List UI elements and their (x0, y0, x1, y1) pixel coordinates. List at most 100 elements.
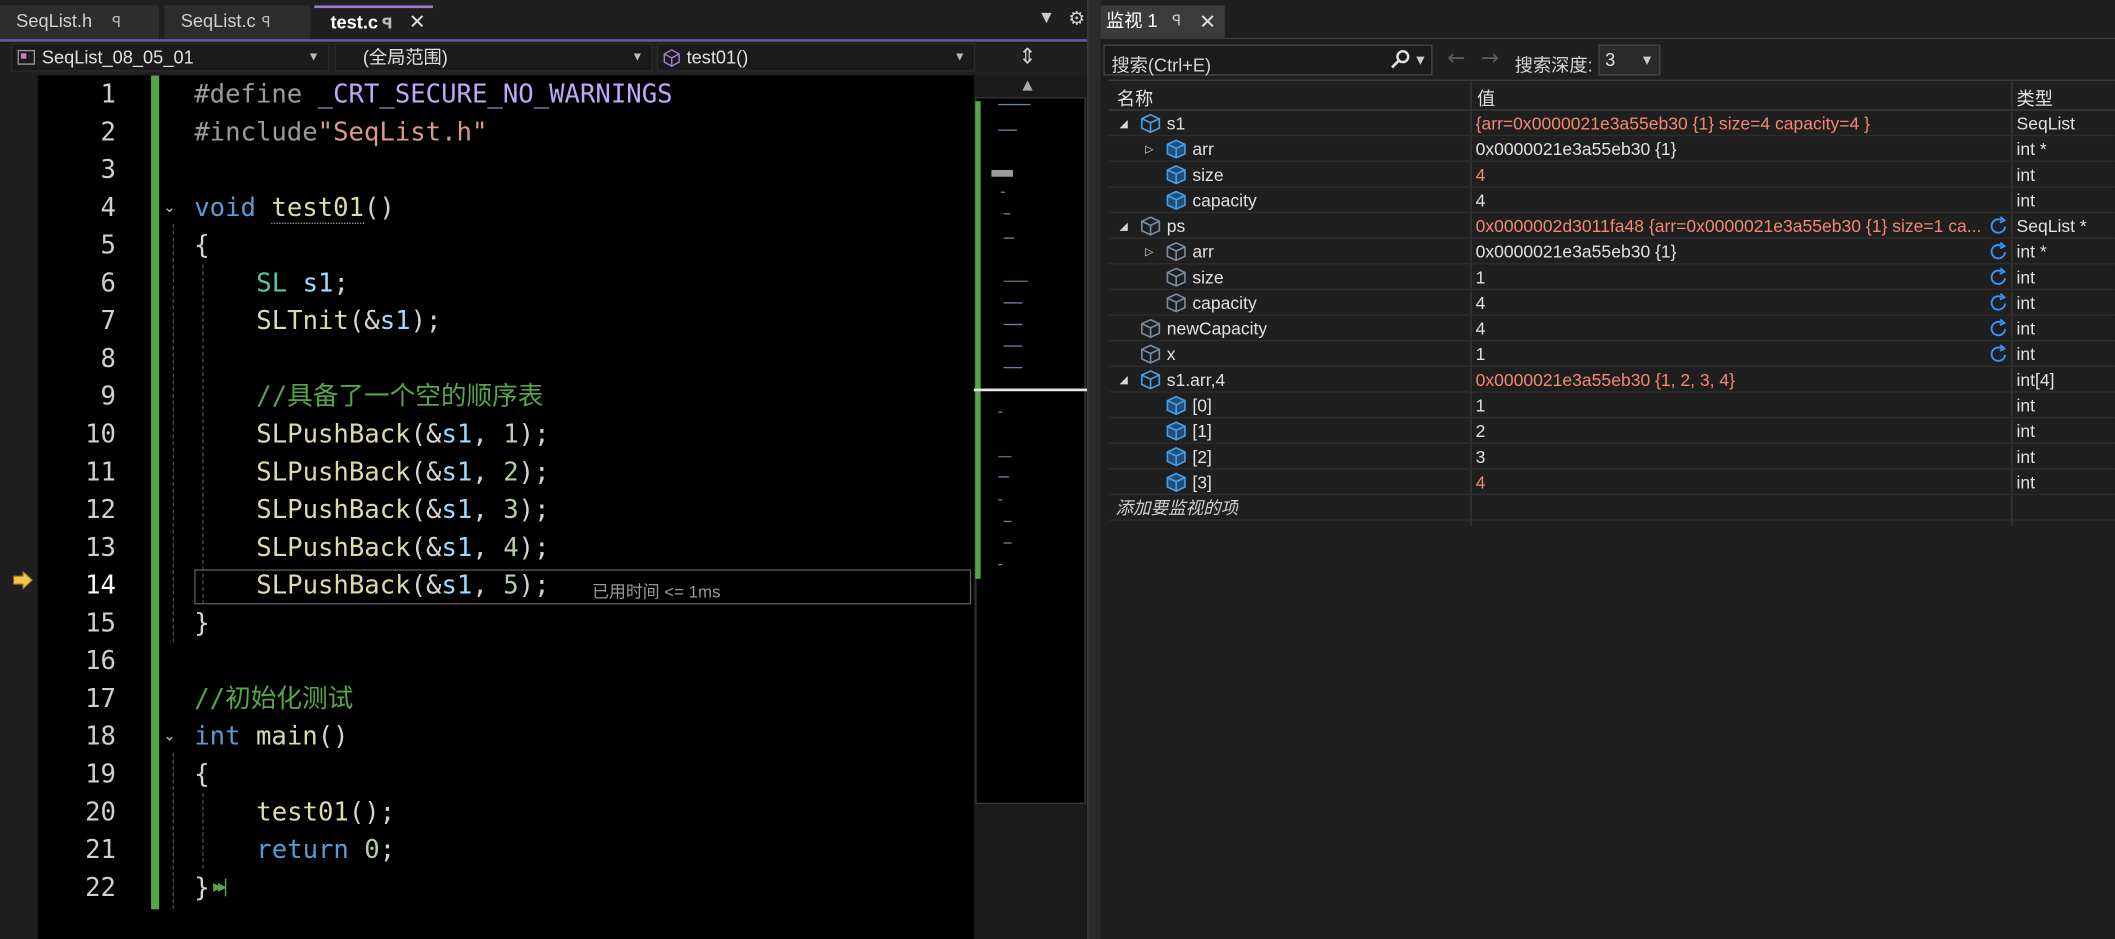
code-line-5[interactable]: { (194, 227, 209, 265)
watch-type: int (2016, 190, 2036, 211)
column-header-name[interactable]: 名称 (1117, 84, 1153, 111)
collapsed-arrow-icon[interactable]: ▷ (1145, 136, 1153, 162)
watch-row[interactable]: [0] 1 int (1108, 393, 2115, 419)
pin-icon[interactable]: ꟼ (382, 9, 393, 39)
search-icon[interactable] (1389, 49, 1411, 71)
pane-splitter[interactable] (1087, 0, 1101, 939)
watch-value[interactable]: 4 (1476, 316, 1989, 342)
watch-value[interactable]: 1 (1476, 393, 1989, 419)
watch-row[interactable]: newCapacity 4 int (1108, 316, 2115, 342)
collapse-icon[interactable]: ⌄ (163, 198, 175, 216)
watch-value[interactable]: 3 (1476, 444, 1989, 470)
refresh-icon[interactable] (1988, 267, 2010, 287)
watch-row[interactable]: [1] 2 int (1108, 418, 2115, 444)
minimap-viewport-marker[interactable] (973, 388, 1088, 392)
code-line-18[interactable]: int main() (194, 718, 348, 756)
refresh-icon[interactable] (1988, 216, 2010, 236)
watch-value[interactable]: 4 (1476, 290, 1989, 316)
arrow-right-icon[interactable]: → (1481, 45, 1499, 71)
watch-row[interactable]: ▷ arr 0x0000021e3a55eb30 {1} int * (1108, 239, 2115, 265)
watch-value[interactable]: 1 (1476, 341, 1989, 367)
minimap-line (1003, 302, 1023, 304)
indent-guide (202, 793, 204, 869)
code-line-15[interactable]: } (194, 604, 209, 642)
watch-row[interactable]: ▷ arr 0x0000021e3a55eb30 {1} int * (1108, 136, 2115, 162)
pin-icon[interactable]: ꟼ (1172, 12, 1181, 30)
watch-row[interactable]: [3] 4 int (1108, 470, 2115, 496)
split-window-icon[interactable]: ⇕ (1018, 43, 1036, 69)
member-dropdown[interactable]: test01() ▼ (656, 43, 976, 72)
code-line-13[interactable]: SLPushBack(&s1, 4); (256, 529, 549, 567)
close-icon[interactable]: ✕ (1199, 9, 1216, 33)
column-header-type[interactable]: 类型 (2017, 84, 2053, 111)
watch-value[interactable]: 0x0000021e3a55eb30 {1, 2, 3, 4} (1476, 367, 1989, 393)
watch-value[interactable]: 0x0000002d3011fa48 {arr=0x0000021e3a55eb… (1476, 213, 1989, 239)
watch-value[interactable]: 4 (1476, 188, 1989, 214)
code-line-10[interactable]: SLPushBack(&s1, 1); (256, 416, 549, 454)
code-line-21[interactable]: return 0; (256, 831, 395, 869)
watch-value[interactable]: {arr=0x0000021e3a55eb30 {1} size=4 capac… (1476, 111, 1989, 137)
refresh-icon[interactable] (1988, 318, 2010, 338)
collapsed-arrow-icon[interactable]: ▷ (1145, 239, 1153, 265)
code-line-19[interactable]: { (194, 756, 209, 794)
watch-row[interactable]: ◢ ps 0x0000002d3011fa48 {arr=0x0000021e3… (1108, 213, 2115, 239)
code-line-17[interactable]: //初始化测试 (194, 680, 353, 718)
watch-row[interactable]: size 4 int (1108, 162, 2115, 188)
watch-value[interactable]: 4 (1476, 470, 1989, 496)
tab-list-dropdown-icon[interactable]: ▼ (1041, 11, 1051, 26)
watch-value[interactable]: 4 (1476, 162, 1989, 188)
code-line-6[interactable]: SL s1; (256, 264, 349, 302)
chevron-down-icon[interactable]: ▼ (1416, 54, 1424, 66)
watch-value[interactable]: 0x0000021e3a55eb30 {1} (1476, 239, 1989, 265)
tab-seqlist-c[interactable]: SeqList.c ꟼ (164, 5, 311, 41)
refresh-icon[interactable] (1988, 344, 2010, 364)
expanded-arrow-icon[interactable]: ◢ (1120, 111, 1128, 137)
code-token: 2 (503, 457, 519, 488)
code-line-2[interactable]: #include"SeqList.h" (194, 113, 487, 151)
indicator-margin[interactable] (10, 75, 38, 939)
watch-row[interactable]: ◢ s1.arr,4 0x0000021e3a55eb30 {1, 2, 3, … (1108, 367, 2115, 393)
execution-pointer-icon[interactable] (12, 570, 34, 590)
watch-row[interactable]: capacity 4 int (1108, 290, 2115, 316)
tab-seqlist-h[interactable]: SeqList.h ꟼ (0, 5, 160, 41)
pin-icon[interactable]: ꟼ (262, 7, 271, 39)
gear-icon[interactable]: ⚙ (1068, 8, 1085, 30)
code-token: (& (348, 306, 380, 336)
code-line-14[interactable]: SLPushBack(&s1, 5); (256, 567, 549, 605)
variable-icon (1140, 344, 1161, 364)
variable-icon (1140, 216, 1161, 236)
code-line-4[interactable]: void test01() (194, 189, 395, 227)
watch-value[interactable]: 2 (1476, 418, 1989, 444)
code-line-12[interactable]: SLPushBack(&s1, 3); (256, 491, 549, 529)
add-watch-row[interactable]: 添加要监视的项 (1108, 495, 2115, 521)
code-minimap[interactable] (975, 97, 1086, 805)
code-line-7[interactable]: SLTnit(&s1); (256, 302, 441, 340)
code-line-20[interactable]: test01(); (256, 793, 395, 831)
code-line-11[interactable]: SLPushBack(&s1, 2); (256, 453, 549, 491)
scroll-up-icon[interactable]: ▲ (1022, 78, 1032, 93)
watch-row[interactable]: ◢ s1 {arr=0x0000021e3a55eb30 {1} size=4 … (1108, 111, 2115, 137)
pin-icon[interactable]: ꟼ (112, 7, 121, 39)
add-watch-placeholder[interactable]: 添加要监视的项 (1115, 495, 1238, 521)
scope-dropdown[interactable]: (全局范围) ▼ (334, 43, 653, 72)
code-line-22[interactable]: } (194, 869, 209, 907)
collapse-icon[interactable]: ⌄ (163, 727, 175, 745)
watch-row[interactable]: x 1 int (1108, 341, 2115, 367)
code-line-9[interactable]: //具备了一个空的顺序表 (256, 378, 543, 416)
expanded-arrow-icon[interactable]: ◢ (1120, 367, 1128, 393)
refresh-icon[interactable] (1988, 293, 2010, 313)
refresh-icon[interactable] (1988, 241, 2010, 261)
tab-test-c[interactable]: test.c ꟼ ✕ (314, 5, 433, 41)
arrow-left-icon[interactable]: ← (1447, 45, 1465, 71)
watch-row[interactable]: [2] 3 int (1108, 444, 2115, 470)
expanded-arrow-icon[interactable]: ◢ (1120, 213, 1128, 239)
watch-row[interactable]: capacity 4 int (1108, 188, 2115, 214)
watch-row[interactable]: size 1 int (1108, 264, 2115, 291)
column-header-value[interactable]: 值 (1477, 84, 1495, 111)
code-line-1[interactable]: #define _CRT_SECURE_NO_WARNINGS (194, 76, 672, 114)
close-icon[interactable]: ✕ (409, 8, 426, 38)
watch-value[interactable]: 1 (1476, 264, 1989, 290)
run-to-here-icon[interactable]: ▸▸| (213, 877, 229, 897)
project-dropdown[interactable]: SeqList_08_05_01 ▼ (10, 43, 330, 72)
watch-value[interactable]: 0x0000021e3a55eb30 {1} (1476, 136, 1989, 162)
